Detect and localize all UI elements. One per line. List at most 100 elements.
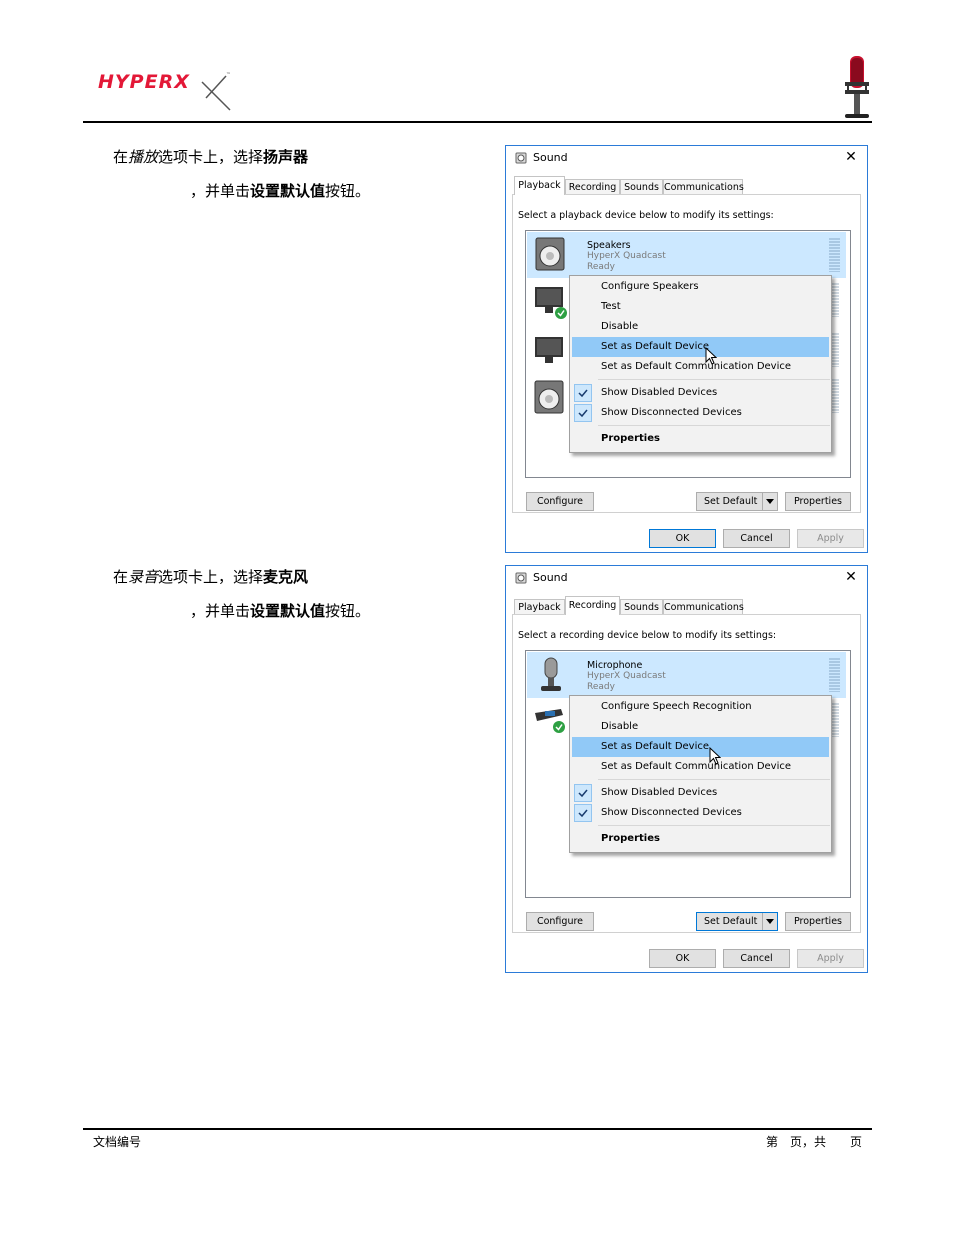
level-meter [829, 658, 840, 692]
menu-label: Set as Default Communication Device [601, 361, 792, 372]
device-name: Microphone [587, 660, 643, 671]
menu-separator [598, 825, 830, 826]
cancel-button[interactable]: Cancel [723, 949, 790, 968]
mouse-cursor-icon [705, 347, 717, 365]
dialog-title: Sound [533, 571, 568, 584]
button-name: 设置默认值 [250, 602, 326, 620]
configure-button[interactable]: Configure [526, 912, 594, 931]
instruction-recording-line1: 在录音选项卡上，选择麦克风 [113, 566, 308, 587]
tab-playback[interactable]: Playback [514, 176, 565, 195]
mouse-cursor-icon [709, 747, 721, 765]
device-name: Speakers [587, 240, 631, 251]
menu-separator [598, 379, 830, 380]
button-name: 设置默认值 [250, 182, 326, 200]
hyperx-logo-text: HYPERX [98, 71, 190, 93]
speaker-icon [515, 572, 527, 584]
close-button[interactable]: ✕ [843, 569, 859, 585]
menu-item-set-default[interactable]: Set as Default Device [572, 337, 829, 357]
close-button[interactable]: ✕ [843, 149, 859, 165]
checkmark-icon [574, 804, 592, 822]
checkmark-icon [574, 404, 592, 422]
title-bar: Sound ✕ [506, 146, 867, 170]
menu-label: Set as Default Device [601, 741, 710, 752]
speaker-icon [515, 152, 527, 164]
menu-label: Configure Speech Recognition [601, 701, 752, 712]
apply-button[interactable]: Apply [797, 949, 864, 968]
context-menu: Configure Speakers Test Disable Set as D… [569, 275, 832, 453]
dropdown-arrow-icon[interactable] [762, 913, 777, 930]
checkmark-icon [574, 784, 592, 802]
dialog-title: Sound [533, 151, 568, 164]
tab-sounds[interactable]: Sounds [620, 599, 663, 614]
configure-button[interactable]: Configure [526, 492, 594, 511]
menu-label: Disable [601, 721, 639, 732]
tab-name: 播放 [128, 148, 159, 166]
device-name: 扬声器 [263, 148, 309, 166]
level-meter [829, 238, 840, 272]
microphone-device-icon [541, 657, 561, 691]
title-bar: Sound ✕ [506, 566, 867, 590]
tab-sounds[interactable]: Sounds [620, 179, 663, 194]
menu-item-configure[interactable]: Configure Speech Recognition [572, 697, 829, 717]
checkmark-icon [574, 384, 592, 402]
instruction-playback-line2: ，并单击设置默认值按钮。 [190, 180, 370, 201]
doc-number: 文档编号 [93, 1135, 142, 1149]
menu-separator [598, 779, 830, 780]
header-rule [83, 121, 872, 123]
text: 按钮。 [325, 602, 371, 620]
instruction-recording-line2: ，并单击设置默认值按钮。 [190, 600, 370, 621]
text: 选项卡上，选择 [158, 148, 264, 166]
instruction-playback-line1: 在播放选项卡上，选择扬声器 [113, 146, 308, 167]
svg-text:™: ™ [226, 72, 231, 78]
menu-item-configure[interactable]: Configure Speakers [572, 277, 829, 297]
menu-separator [598, 425, 830, 426]
text: 在 [113, 148, 129, 166]
menu-item-disable[interactable]: Disable [572, 717, 829, 737]
button-label: Set Default [704, 496, 758, 507]
menu-item-show-disabled[interactable]: Show Disabled Devices [572, 383, 829, 403]
dropdown-arrow-icon[interactable] [762, 493, 777, 510]
speaker-device-icon [535, 237, 565, 271]
menu-item-properties[interactable]: Properties [572, 429, 829, 449]
ok-button[interactable]: OK [649, 529, 716, 548]
sound-dialog-playback: Sound ✕ Playback Recording Sounds Commun… [505, 145, 868, 553]
tab-playback[interactable]: Playback [514, 599, 565, 614]
menu-item-set-communication[interactable]: Set as Default Communication Device [572, 757, 829, 777]
menu-label: Configure Speakers [601, 281, 699, 292]
tab-recording[interactable]: Recording [565, 596, 620, 615]
monitor-icon [535, 337, 563, 363]
list-item-selected[interactable]: Speakers HyperX Quadcast Ready [527, 232, 846, 278]
text: ，并单击 [190, 182, 251, 200]
tab-communications[interactable]: Communications [663, 179, 744, 194]
set-default-button[interactable]: Set Default [696, 912, 778, 931]
hyperx-logo: HYPERX ™ [98, 71, 231, 111]
list-item-selected[interactable]: Microphone HyperX Quadcast Ready [527, 652, 846, 698]
context-menu: Configure Speech Recognition Disable Set… [569, 695, 832, 853]
menu-item-set-communication[interactable]: Set as Default Communication Device [572, 357, 829, 377]
set-default-button[interactable]: Set Default [696, 492, 778, 511]
properties-button[interactable]: Properties [785, 492, 851, 511]
menu-item-disable[interactable]: Disable [572, 317, 829, 337]
monitor-default-icon [535, 287, 567, 319]
tab-communications[interactable]: Communications [663, 599, 744, 614]
cancel-button[interactable]: Cancel [723, 529, 790, 548]
device-name: 麦克风 [263, 568, 309, 586]
menu-item-show-disconnected[interactable]: Show Disconnected Devices [572, 803, 829, 823]
menu-item-set-default[interactable]: Set as Default Device [572, 737, 829, 757]
sound-dialog-recording: Sound ✕ Playback Recording Sounds Commun… [505, 565, 868, 973]
menu-item-show-disabled[interactable]: Show Disabled Devices [572, 783, 829, 803]
menu-label: Set as Default Communication Device [601, 761, 792, 772]
device-description: HyperX Quadcast [587, 671, 666, 681]
prompt-text: Select a recording device below to modif… [518, 630, 777, 641]
device-description: HyperX Quadcast [587, 251, 666, 261]
speaker-device-icon [534, 380, 564, 414]
apply-button[interactable]: Apply [797, 529, 864, 548]
menu-item-test[interactable]: Test [572, 297, 829, 317]
menu-item-properties[interactable]: Properties [572, 829, 829, 849]
quadcast-microphone-icon [845, 56, 869, 118]
tab-recording[interactable]: Recording [565, 179, 620, 194]
ok-button[interactable]: OK [649, 949, 716, 968]
menu-item-show-disconnected[interactable]: Show Disconnected Devices [572, 403, 829, 423]
menu-label: Show Disabled Devices [601, 387, 718, 398]
properties-button[interactable]: Properties [785, 912, 851, 931]
